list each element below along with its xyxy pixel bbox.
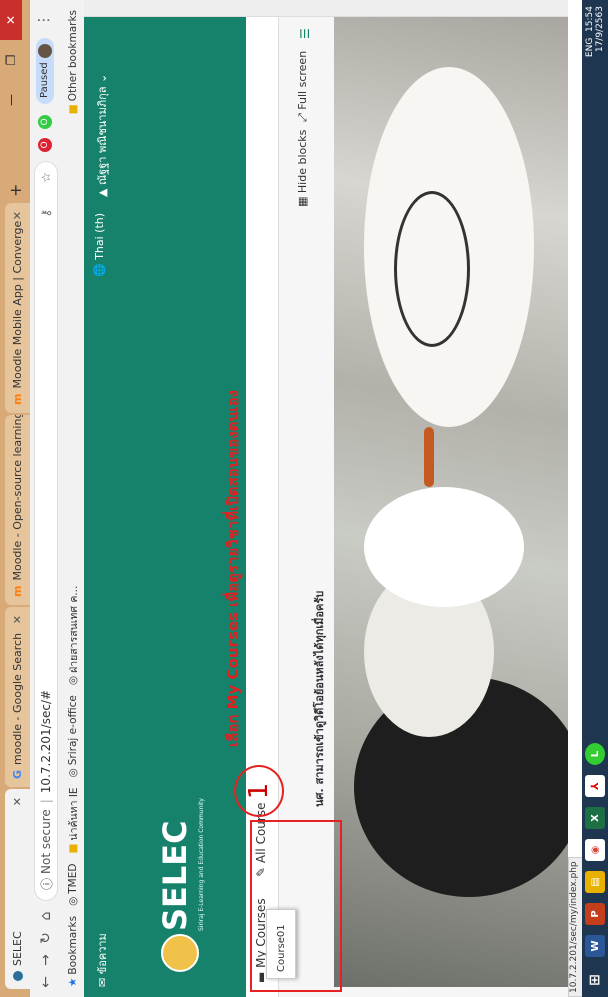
clock-date: 17/9/2563 bbox=[595, 6, 605, 53]
windows-icon[interactable]: ⊞ bbox=[585, 969, 605, 991]
bookmark-item[interactable]: ◎ TMED bbox=[67, 864, 79, 906]
folder-icon: ■ bbox=[67, 104, 79, 115]
moodle-icon: m bbox=[11, 585, 24, 597]
tab-moodle-mobile[interactable]: m Moodle Mobile App | Converge ✕ bbox=[5, 203, 30, 413]
address-bar[interactable]: ⓘ Not secure | 10.7.2.201/sec/# ⚷ ☆ bbox=[34, 161, 58, 901]
folder-icon: ■ bbox=[67, 843, 79, 854]
bookmark-item[interactable]: ◎ ฝ่ายสารสนเทศ ค... bbox=[65, 586, 82, 685]
toolbar: ← → ↻ ⌂ ⓘ Not secure | 10.7.2.201/sec/# … bbox=[30, 0, 63, 997]
logo-text[interactable]: SELEC bbox=[156, 820, 194, 931]
bookmarks-bar: ★ Bookmarks ◎ TMED ■ น่าค้นหา IE ◎ Sriraj e-… bbox=[62, 0, 85, 997]
reload-icon[interactable]: ↻ bbox=[36, 927, 56, 949]
security-label: Not secure bbox=[39, 809, 53, 874]
close-tab-icon[interactable]: ✕ bbox=[11, 615, 24, 624]
acrobat-icon[interactable]: ⅄ bbox=[585, 775, 605, 797]
language-indicator: ENG bbox=[585, 37, 595, 58]
step-marker: 1 bbox=[234, 765, 284, 817]
logo-subtitle: Siriraj E-Learning and Education Communi… bbox=[198, 798, 205, 931]
web-page: ✉ ข้อความ 🌐 Thai (th) ▲ ณัฐฐา พณิชนามภิก… bbox=[84, 17, 568, 997]
messages-link[interactable]: ✉ ข้อความ bbox=[93, 933, 111, 987]
menu-icon[interactable]: ⋮ bbox=[36, 13, 52, 27]
tab-favicon-icon bbox=[12, 971, 23, 981]
extension-icon[interactable]: O bbox=[38, 138, 52, 152]
info-icon: ⓘ bbox=[39, 877, 54, 890]
close-tab-icon[interactable]: ✕ bbox=[11, 797, 24, 806]
tab-selec[interactable]: SELEC ✕ bbox=[5, 789, 30, 989]
top-navbar: ✉ ข้อความ 🌐 Thai (th) ▲ ณัฐฐา พณิชนามภิก… bbox=[84, 17, 116, 997]
tab-title: moodle - Google Search bbox=[11, 632, 24, 765]
language-menu[interactable]: 🌐 Thai (th) bbox=[93, 213, 106, 277]
globe-icon: ◎ bbox=[67, 768, 79, 778]
line-icon[interactable]: L bbox=[585, 743, 605, 765]
avatar bbox=[38, 44, 52, 59]
tab-moodle[interactable]: m Moodle - Open-source learning✕ bbox=[5, 415, 30, 605]
new-tab-button[interactable]: + bbox=[6, 184, 25, 197]
globe-icon: ◎ bbox=[67, 675, 79, 686]
scrollbar[interactable] bbox=[84, 0, 568, 17]
powerpoint-icon[interactable]: P bbox=[585, 903, 605, 925]
tab-title: Moodle - Open-source learning bbox=[11, 415, 24, 581]
person-coat bbox=[364, 487, 524, 607]
system-tray[interactable]: ENG 15:54 17/9/2563 bbox=[585, 6, 605, 57]
hide-blocks-button[interactable]: ▦ Hide blocks bbox=[296, 130, 309, 207]
tab-title: SELEC bbox=[11, 931, 24, 966]
bookmark-item[interactable]: ◎ Sriraj e-office bbox=[67, 695, 79, 777]
bookmark-item[interactable]: ■ น่าค้นหา IE bbox=[65, 787, 82, 853]
other-bookmarks[interactable]: ■ Other bookmarks bbox=[67, 10, 79, 114]
explorer-icon[interactable]: ▤ bbox=[585, 871, 605, 893]
minimize-icon[interactable]: — bbox=[0, 80, 22, 120]
taskbar: ⊞ W P ▤ ◉ X ⅄ L ENG 15:54 17/9/2563 bbox=[582, 0, 608, 997]
window-close-icon[interactable]: ✕ bbox=[0, 0, 22, 40]
close-tab-icon[interactable]: ✕ bbox=[11, 211, 24, 220]
home-icon[interactable]: ⌂ bbox=[36, 905, 56, 927]
tab-title: Moodle Mobile App | Converge bbox=[11, 220, 24, 389]
excel-icon[interactable]: X bbox=[585, 807, 605, 829]
maximize-icon[interactable]: ❐ bbox=[0, 40, 22, 80]
screen: SELEC ✕ G moodle - Google Search ✕ m Moodl… bbox=[0, 0, 608, 997]
extension-icon[interactable]: O bbox=[38, 115, 52, 129]
back-icon[interactable]: ← bbox=[36, 971, 56, 993]
key-icon[interactable]: ⚷ bbox=[39, 209, 53, 218]
word-icon[interactable]: W bbox=[585, 935, 605, 957]
forward-icon[interactable]: → bbox=[36, 949, 56, 971]
google-icon: G bbox=[11, 769, 24, 779]
user-menu[interactable]: ▲ ณัฐฐา พณิชนามภิกุล ⌄ bbox=[93, 74, 111, 197]
logo-seal-icon bbox=[161, 934, 199, 972]
tab-google-search[interactable]: G moodle - Google Search ✕ bbox=[5, 607, 30, 787]
moodle-icon: m bbox=[11, 393, 24, 405]
hero-image bbox=[334, 17, 568, 987]
browser-tabbar: SELEC ✕ G moodle - Google Search ✕ m Moodl… bbox=[0, 0, 30, 997]
pen bbox=[424, 427, 434, 487]
highlight-box bbox=[250, 820, 342, 992]
profile-status: Paused bbox=[39, 62, 50, 98]
star-icon: ★ bbox=[67, 977, 79, 987]
annotation-text: เลือก My Courses เพื่อดูรายวิชาที่เปิดสอ… bbox=[224, 390, 242, 747]
notice-text: นศ. สามารถเข้าดูวิดีโอย้อนหลังได้ทุกเมื่… bbox=[313, 590, 326, 807]
profile-button[interactable]: Paused bbox=[36, 38, 54, 104]
url-text: 10.7.2.201/sec/# bbox=[39, 689, 53, 794]
glasses bbox=[394, 191, 470, 347]
drawer-toggle-icon[interactable]: ☰ bbox=[298, 28, 312, 39]
chrome-icon[interactable]: ◉ bbox=[585, 839, 605, 861]
bookmark-item[interactable]: ★ Bookmarks bbox=[67, 916, 79, 987]
bookmark-star-icon[interactable]: ☆ bbox=[39, 172, 53, 183]
full-screen-button[interactable]: ⤢ Full screen bbox=[296, 51, 310, 122]
clock-time: 15:54 bbox=[585, 6, 595, 32]
globe-icon: ◎ bbox=[67, 896, 79, 906]
